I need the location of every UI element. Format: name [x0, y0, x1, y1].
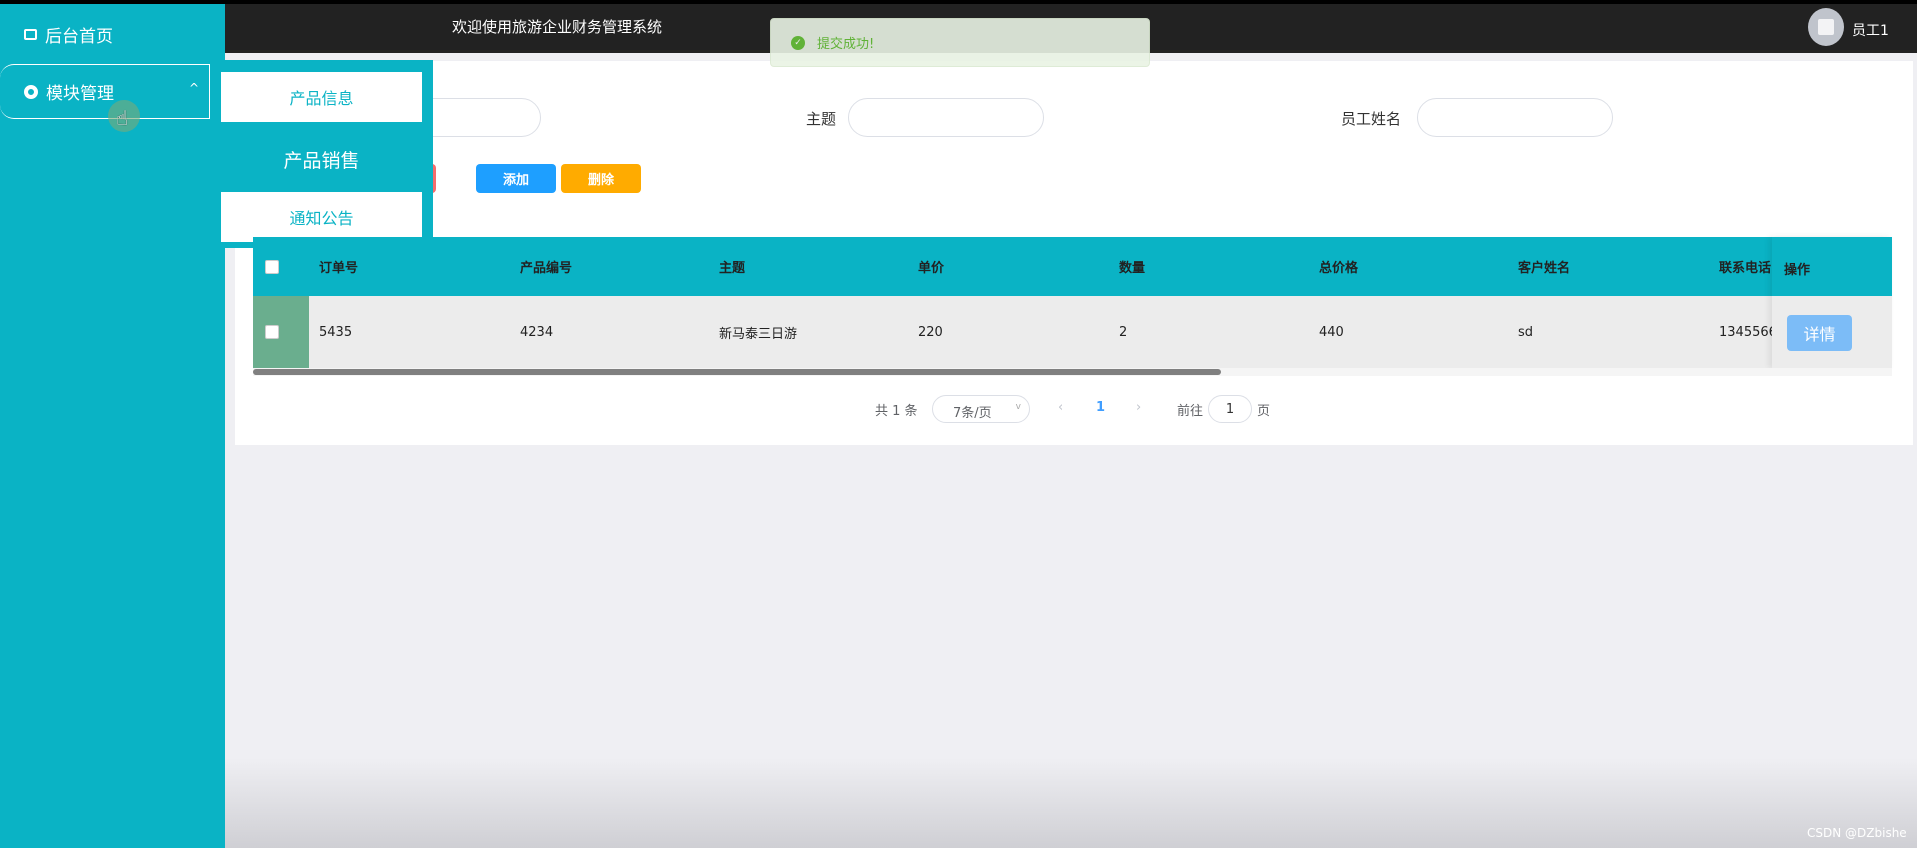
delete-button[interactable]: 删除: [561, 164, 641, 193]
success-toast: ✓ 提交成功!: [770, 18, 1150, 67]
fixed-action-column: 操作 详情: [1772, 237, 1892, 368]
column-header[interactable]: 单价: [918, 257, 944, 276]
column-header[interactable]: 总价格: [1319, 257, 1358, 276]
cell-order-no: 5435: [319, 324, 353, 340]
monitor-icon: [24, 29, 37, 40]
submenu: 产品信息 产品销售 通知公告: [221, 60, 433, 248]
goto-label: 前往: [1177, 404, 1204, 419]
submenu-item-product-info[interactable]: 产品信息: [221, 72, 422, 122]
page-title: 欢迎使用旅游企业财务管理系统: [452, 18, 663, 36]
prev-page-button[interactable]: ‹: [1058, 400, 1063, 415]
horizontal-scrollbar[interactable]: [253, 369, 1221, 375]
search-label: 主题: [806, 110, 837, 128]
cell-total: 440: [1319, 324, 1344, 340]
table-header: 订单号 产品编号 主题 单价 数量 总价格 客户姓名 联系电话: [253, 237, 1892, 296]
employee-name-input[interactable]: [1417, 98, 1613, 137]
column-header[interactable]: 产品编号: [520, 257, 572, 276]
column-header[interactable]: 客户姓名: [1518, 257, 1570, 276]
cell-unit-price: 220: [918, 324, 943, 340]
page-size-value: 7条/页: [953, 406, 992, 421]
search-label: 员工姓名: [1341, 110, 1402, 128]
column-header[interactable]: 主题: [719, 257, 745, 276]
sidebar-item-home[interactable]: 后台首页: [24, 22, 113, 47]
cell-product-no: 4234: [520, 324, 554, 340]
page-number[interactable]: 1: [1096, 400, 1105, 415]
goto-page-input[interactable]: 1: [1208, 395, 1252, 423]
cell-customer: sd: [1518, 324, 1534, 340]
image-icon: [1818, 19, 1834, 35]
next-page-button[interactable]: ›: [1136, 400, 1141, 415]
background-fade: [225, 758, 1917, 848]
select-all-checkbox[interactable]: [265, 259, 279, 274]
sidebar-item-module[interactable]: 模块管理 ^: [0, 64, 210, 119]
sidebar-item-label: 模块管理: [46, 84, 114, 104]
chevron-up-icon: ^: [188, 81, 199, 95]
page-size-select[interactable]: 7条/页 v: [932, 395, 1030, 423]
column-header[interactable]: 订单号: [319, 257, 358, 276]
submenu-item-product-sales[interactable]: 产品销售: [221, 134, 422, 184]
pointer-cursor-icon: ☝: [108, 100, 140, 132]
avatar[interactable]: [1808, 8, 1844, 46]
cell-theme: 新马泰三日游: [719, 326, 798, 342]
chevron-down-icon: v: [1015, 402, 1021, 412]
add-button[interactable]: 添加: [476, 164, 556, 193]
detail-button[interactable]: 详情: [1787, 315, 1852, 351]
sidebar-item-label: 后台首页: [45, 27, 113, 47]
toast-message: 提交成功!: [817, 37, 875, 52]
theme-input[interactable]: [848, 98, 1044, 137]
page-suffix: 页: [1257, 404, 1271, 419]
column-header[interactable]: 数量: [1119, 257, 1145, 276]
cell-phone: 1345566: [1719, 324, 1777, 340]
row-checkbox[interactable]: [265, 325, 279, 339]
cell-quantity: 2: [1119, 324, 1128, 340]
total-count: 共 1 条: [875, 404, 918, 419]
table-row: 5435 4234 新马泰三日游 220 2 440 sd 1345566: [253, 296, 1892, 368]
sidebar: 后台首页 模块管理 ^: [0, 4, 225, 848]
checkbox-cell: [253, 296, 309, 368]
user-name[interactable]: 员工1: [1852, 20, 1889, 40]
module-icon: [24, 84, 38, 99]
column-header[interactable]: 联系电话: [1719, 257, 1779, 276]
check-circle-icon: ✓: [791, 35, 805, 50]
submenu-item-notice[interactable]: 通知公告: [221, 192, 422, 242]
watermark: CSDN @DZbishe: [1807, 826, 1907, 840]
column-header[interactable]: 操作: [1772, 237, 1892, 296]
